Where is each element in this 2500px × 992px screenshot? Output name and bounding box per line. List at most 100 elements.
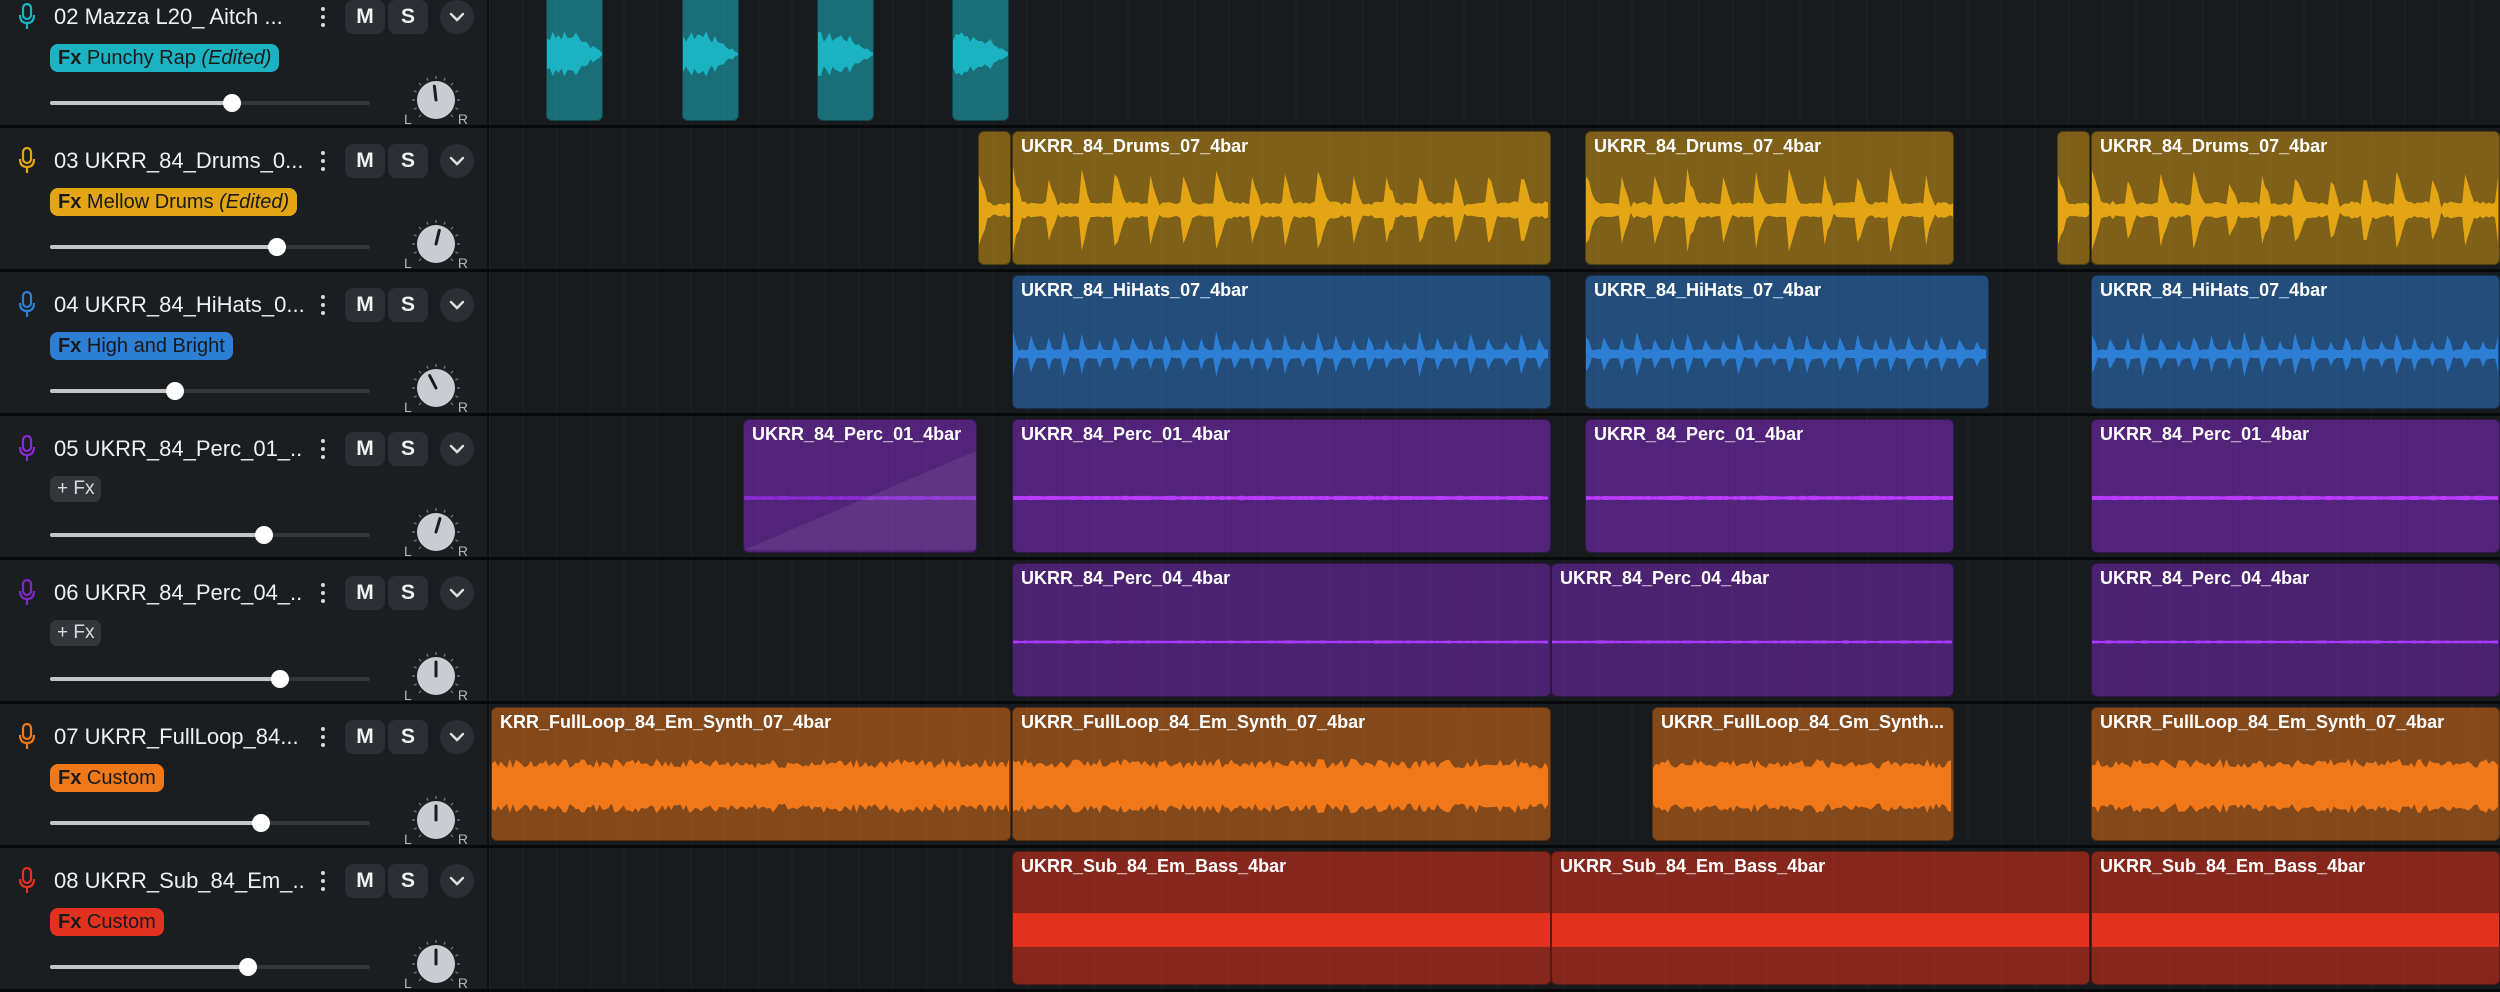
audio-clip[interactable]: UKRR_84_Drums_07_4bar xyxy=(1012,131,1551,265)
chevron-down-icon[interactable] xyxy=(440,576,474,610)
waveform xyxy=(1586,495,1953,501)
track-name[interactable]: 06 UKRR_84_Perc_04_... xyxy=(54,578,304,608)
clip-title: UKRR_Sub_84_Em_Bass_4bar xyxy=(1021,856,1287,876)
pan-knob[interactable]: LR xyxy=(404,796,468,848)
solo-button[interactable]: S xyxy=(388,144,428,178)
audio-clip[interactable]: UKRR_FullLoop_84_Gm_Synth... xyxy=(1652,707,1954,841)
audio-clip[interactable]: UKRR_84_Perc_04_4bar xyxy=(1012,563,1551,697)
track-name[interactable]: 02 Mazza L20_ Aitch ... xyxy=(54,2,304,32)
more-vertical-icon[interactable] xyxy=(316,578,330,608)
more-vertical-icon[interactable] xyxy=(316,290,330,320)
more-vertical-icon[interactable] xyxy=(316,2,330,32)
audio-clip[interactable]: UKRR_FullLoop_84_Em_Synth_07_4bar xyxy=(1012,707,1551,841)
track-lane[interactable]: UKRR_84_Perc_04_4bar UKRR_84_Perc_04_4bar… xyxy=(489,560,2500,701)
pan-knob[interactable]: LR xyxy=(404,76,468,128)
pan-right-label: R xyxy=(457,111,468,127)
audio-clip[interactable]: UKRR_Sub_84_Em_Bass_4bar xyxy=(1551,851,2090,985)
track-lane[interactable]: UKRR_Sub_84_Em_Bass_4bar UKRR_Sub_84_Em_B… xyxy=(489,848,2500,989)
track-name[interactable]: 03 UKRR_84_Drums_0... xyxy=(54,146,304,176)
track-name[interactable]: 07 UKRR_FullLoop_84... xyxy=(54,722,304,752)
audio-clip[interactable]: UKRR_84_Perc_01_4bar xyxy=(2091,419,2500,553)
solo-button[interactable]: S xyxy=(388,288,428,322)
audio-clip[interactable]: UKRR_84_Drums_07_4bar xyxy=(2091,131,2500,265)
track-name[interactable]: 05 UKRR_84_Perc_01_... xyxy=(54,434,304,464)
audio-clip[interactable] xyxy=(952,0,1009,121)
waveform-shape xyxy=(953,32,1008,76)
solo-button[interactable]: S xyxy=(388,864,428,898)
mute-button[interactable]: M xyxy=(345,0,385,34)
chevron-down-icon[interactable] xyxy=(440,864,474,898)
clip-title: UKRR_FullLoop_84_Gm_Synth... xyxy=(1661,712,1945,732)
audio-clip[interactable]: UKRR_Sub_84_Em_Bass_4bar xyxy=(1012,851,1551,985)
audio-clip[interactable]: UKRR_84_Perc_01_4bar xyxy=(1012,419,1551,553)
chevron-down-icon[interactable] xyxy=(440,720,474,754)
chevron-down-icon[interactable] xyxy=(440,0,474,34)
clip-title: UKRR_84_Perc_01_4bar xyxy=(752,424,962,444)
waveform xyxy=(2092,640,2499,644)
pan-knob[interactable]: LR xyxy=(404,364,468,416)
volume-slider[interactable] xyxy=(50,526,370,544)
pan-knob-indicator xyxy=(432,84,438,102)
add-fx-button[interactable]: + Fx xyxy=(50,476,102,502)
track-lane[interactable]: UKRR_84_Drums_07_4bar UKRR_84_Drums_07_4b… xyxy=(489,128,2500,269)
track-name[interactable]: 08 UKRR_Sub_84_Em_... xyxy=(54,866,304,896)
pan-knob[interactable]: LR xyxy=(404,940,468,992)
audio-clip[interactable]: UKRR_84_Perc_01_4bar xyxy=(743,419,977,553)
clip-title: UKRR_FullLoop_84_Em_Synth_07_4bar xyxy=(2100,712,2445,732)
audio-clip[interactable]: UKRR_84_HiHats_07_4bar xyxy=(2091,275,2500,409)
audio-clip[interactable]: UKRR_84_HiHats_07_4bar xyxy=(1012,275,1551,409)
volume-slider[interactable] xyxy=(50,382,370,400)
more-vertical-icon[interactable] xyxy=(316,722,330,752)
volume-slider[interactable] xyxy=(50,94,370,112)
chevron-down-icon[interactable] xyxy=(440,288,474,322)
track-lane[interactable] xyxy=(489,0,2500,125)
audio-clip[interactable]: UKRR_84_Perc_01_4bar xyxy=(1585,419,1954,553)
audio-clip[interactable]: UKRR_84_Perc_04_4bar xyxy=(2091,563,2500,697)
fx-preset-tag[interactable]: Fx Custom xyxy=(50,908,164,936)
audio-clip[interactable]: UKRR_FullLoop_84_Em_Synth_07_4bar xyxy=(2091,707,2500,841)
add-fx-button[interactable]: + Fx xyxy=(50,620,102,646)
audio-clip[interactable] xyxy=(2057,131,2090,265)
audio-clip[interactable]: UKRR_84_Drums_07_4bar xyxy=(1585,131,1954,265)
audio-clip[interactable] xyxy=(978,131,1011,265)
track-lane[interactable]: UKRR_84_Perc_01_4bar UKRR_84_Perc_01_4bar… xyxy=(489,416,2500,557)
chevron-down-icon[interactable] xyxy=(440,144,474,178)
solo-button[interactable]: S xyxy=(388,720,428,754)
solo-button[interactable]: S xyxy=(388,432,428,466)
pan-knob[interactable]: LR xyxy=(404,220,468,272)
volume-slider[interactable] xyxy=(50,238,370,256)
audio-clip[interactable] xyxy=(546,0,603,121)
mute-button[interactable]: M xyxy=(345,864,385,898)
fx-preset-tag[interactable]: Fx Mellow Drums (Edited) xyxy=(50,188,298,216)
fx-preset-tag[interactable]: Fx High and Bright xyxy=(50,332,233,360)
fx-preset-tag[interactable]: Fx Punchy Rap (Edited) xyxy=(50,44,280,72)
mute-button[interactable]: M xyxy=(345,144,385,178)
mute-button[interactable]: M xyxy=(345,288,385,322)
track-lane[interactable]: KRR_FullLoop_84_Em_Synth_07_4bar UKRR_Ful… xyxy=(489,704,2500,845)
solo-button[interactable]: S xyxy=(388,0,428,34)
volume-slider[interactable] xyxy=(50,814,370,832)
track-lane[interactable]: UKRR_84_HiHats_07_4bar UKRR_84_HiHats_07_… xyxy=(489,272,2500,413)
track-name[interactable]: 04 UKRR_84_HiHats_0... xyxy=(54,290,304,320)
more-vertical-icon[interactable] xyxy=(316,866,330,896)
volume-slider[interactable] xyxy=(50,958,370,976)
solo-button[interactable]: S xyxy=(388,576,428,610)
audio-clip[interactable]: KRR_FullLoop_84_Em_Synth_07_4bar xyxy=(491,707,1011,841)
more-vertical-icon[interactable] xyxy=(316,146,330,176)
audio-clip[interactable] xyxy=(682,0,739,121)
pan-knob[interactable]: LR xyxy=(404,508,468,560)
more-vertical-icon[interactable] xyxy=(316,434,330,464)
fx-preset-tag[interactable]: Fx Custom xyxy=(50,764,164,792)
pan-right-label: R xyxy=(457,399,468,415)
audio-clip[interactable]: UKRR_Sub_84_Em_Bass_4bar xyxy=(2091,851,2500,985)
fx-prefix: Fx xyxy=(58,191,87,213)
mute-button[interactable]: M xyxy=(345,432,385,466)
mute-button[interactable]: M xyxy=(345,576,385,610)
mute-button[interactable]: M xyxy=(345,720,385,754)
chevron-down-icon[interactable] xyxy=(440,432,474,466)
audio-clip[interactable] xyxy=(817,0,874,121)
audio-clip[interactable]: UKRR_84_Perc_04_4bar xyxy=(1551,563,1954,697)
audio-clip[interactable]: UKRR_84_HiHats_07_4bar xyxy=(1585,275,1989,409)
pan-knob[interactable]: LR xyxy=(404,652,468,704)
volume-slider[interactable] xyxy=(50,670,370,688)
